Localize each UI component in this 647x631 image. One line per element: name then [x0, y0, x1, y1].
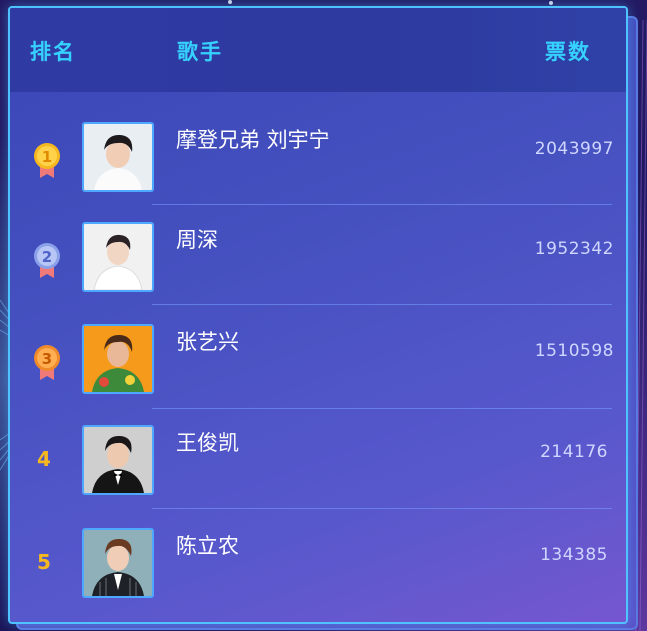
table-row[interactable]: 4 王俊凯 214176 — [10, 425, 626, 525]
singer-avatar — [82, 528, 154, 598]
table-row[interactable]: 2 周深 1952342 — [10, 222, 626, 322]
vote-count: 214176 — [540, 442, 608, 462]
svg-text:3: 3 — [42, 350, 52, 368]
table-row[interactable]: 3 张艺兴 1510598 — [10, 324, 626, 424]
singer-name: 周深 — [176, 228, 218, 252]
row-divider — [152, 508, 612, 509]
vote-count: 1952342 — [534, 239, 614, 259]
rank-number: 4 — [37, 447, 51, 471]
votes-column-header: 票数 — [545, 40, 591, 64]
singer-avatar — [82, 122, 154, 192]
ranking-panel: 排名 歌手 票数 1 摩登兄弟 刘宇宁 2043997 2 周深 1952342… — [8, 6, 628, 624]
singer-avatar — [82, 222, 154, 292]
rank-number: 5 — [37, 550, 51, 574]
bronze-medal-icon: 3 — [34, 345, 60, 380]
singer-name: 摩登兄弟 刘宇宁 — [176, 128, 330, 152]
singer-avatar — [82, 324, 154, 394]
singer-column-header: 歌手 — [177, 40, 223, 64]
gold-medal-icon: 1 — [34, 143, 60, 178]
row-divider — [152, 304, 612, 305]
silver-medal-icon: 2 — [34, 243, 60, 278]
row-divider — [152, 408, 612, 409]
row-divider — [152, 204, 612, 205]
table-row[interactable]: 5 陈立农 134385 — [10, 528, 626, 622]
table-header: 排名 歌手 票数 — [10, 8, 626, 92]
svg-text:1: 1 — [42, 148, 52, 166]
singer-name: 陈立农 — [176, 534, 239, 558]
singer-name: 王俊凯 — [176, 431, 239, 455]
singer-avatar — [82, 425, 154, 495]
singer-name: 张艺兴 — [176, 330, 239, 354]
rank-column-header: 排名 — [30, 40, 76, 64]
svg-text:2: 2 — [42, 248, 52, 266]
vote-count: 134385 — [540, 545, 608, 565]
vote-count: 2043997 — [534, 139, 614, 159]
vote-count: 1510598 — [534, 341, 614, 361]
table-row[interactable]: 1 摩登兄弟 刘宇宁 2043997 — [10, 122, 626, 222]
